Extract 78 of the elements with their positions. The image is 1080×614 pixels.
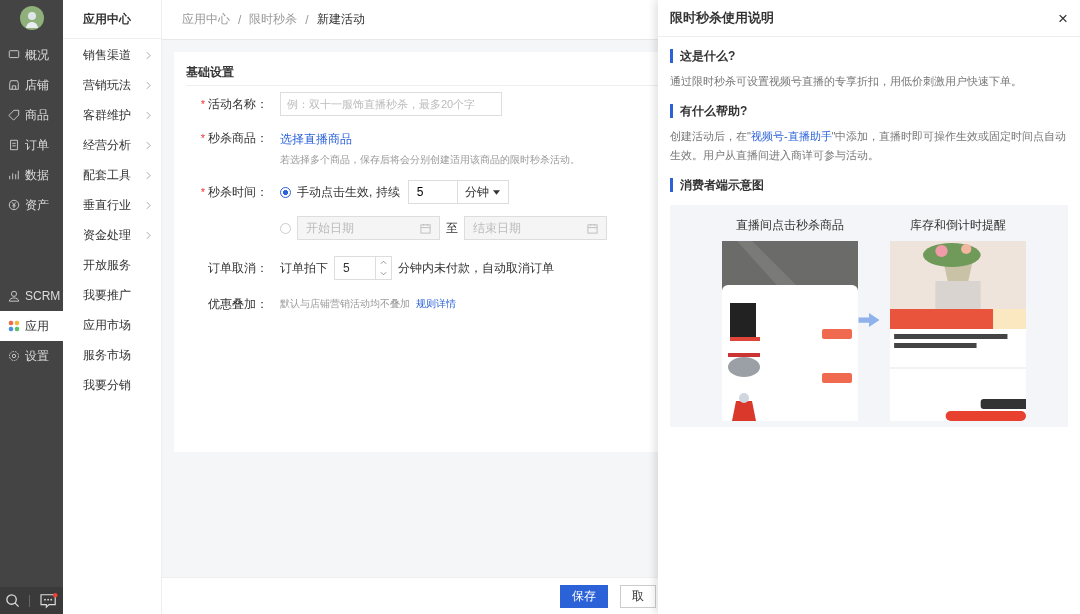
assistant-link[interactable]: 视频号-直播助手 — [750, 130, 832, 142]
nav-icon — [8, 199, 20, 211]
nav-item[interactable]: 应用 — [0, 311, 63, 341]
section-text: 创建活动后，在"视频号-直播助手"中添加，直播时即可操作生效或固定时间点自动生效。用户从直播间进入商详可参与活动。 — [670, 129, 1068, 163]
section-heading: 这是什么? — [670, 49, 1068, 63]
select-goods-link[interactable]: 选择直播商品 — [280, 131, 352, 148]
field-label: 优惠叠加： — [208, 295, 268, 313]
chevron-right-icon — [146, 170, 151, 180]
nav-icon — [8, 49, 20, 61]
submenu-item[interactable]: 开放服务 — [63, 250, 161, 280]
footer-button[interactable]: 取 — [620, 584, 656, 608]
submenu-item[interactable]: 服务市场 — [63, 340, 161, 370]
figure-caption: 直播间点击秒杀商品 — [736, 217, 844, 234]
submenu-item[interactable]: 销售渠道 — [63, 40, 161, 70]
chevron-right-icon — [146, 110, 151, 120]
rules-link[interactable]: 规则详情 — [416, 297, 456, 311]
nav-icon — [8, 139, 20, 151]
unit-select[interactable]: 分钟 — [457, 180, 509, 204]
nav-icon — [8, 169, 20, 181]
nav-item[interactable]: 数据 — [0, 160, 63, 190]
nav-item[interactable]: 概况 — [0, 40, 63, 70]
section-heading: 消费者端示意图 — [670, 178, 1068, 192]
drawer-title: 限时秒杀使用说明 — [670, 9, 774, 27]
arrow-icon — [858, 313, 880, 327]
hint-text: 默认与店铺营销活动均不叠加 — [280, 297, 410, 311]
calendar-icon — [587, 222, 598, 234]
submenu-item[interactable]: 经营分析 — [63, 130, 161, 160]
nav-icon — [8, 109, 20, 121]
search-icon[interactable] — [4, 593, 20, 608]
section-heading: 有什么帮助? — [670, 104, 1068, 118]
avatar[interactable] — [19, 6, 44, 30]
nav-item[interactable]: 资产 — [0, 190, 63, 220]
nav-item[interactable]: SCRM — [0, 281, 63, 311]
close-button[interactable]: × — [1058, 9, 1068, 27]
chevron-right-icon — [146, 50, 151, 60]
submenu-item[interactable]: 配套工具 — [63, 160, 161, 190]
submenu-title: 应用中心 — [63, 0, 161, 39]
submenu-item[interactable]: 应用市场 — [63, 310, 161, 340]
field-label: 秒杀商品： — [208, 129, 268, 147]
duration-input[interactable]: 5 — [407, 180, 458, 204]
submenu-item[interactable]: 垂直行业 — [63, 190, 161, 220]
chat-icon[interactable] — [40, 592, 59, 609]
chevron-right-icon — [146, 140, 151, 150]
field-label: 活动名称： — [208, 95, 268, 113]
caret-icon — [493, 189, 501, 195]
nav-item[interactable]: 店铺 — [0, 70, 63, 100]
field-text: 订单拍下 — [280, 259, 328, 277]
chevron-right-icon — [146, 200, 151, 210]
submenu-item[interactable]: 我要推广 — [63, 280, 161, 310]
required-mark: * — [200, 186, 205, 198]
nav-item[interactable]: 设置 — [0, 341, 63, 371]
nav-icon — [8, 290, 20, 302]
nav-item[interactable]: 商品 — [0, 100, 63, 130]
required-mark: * — [200, 98, 205, 110]
field-text: 分钟内未付款，自动取消订单 — [398, 259, 554, 277]
breadcrumb-separator: / — [305, 12, 309, 27]
nav-item[interactable]: 订单 — [0, 130, 63, 160]
nav-icon — [8, 79, 20, 91]
calendar-icon — [420, 222, 431, 234]
chevron-right-icon — [146, 80, 151, 90]
chevron-right-icon — [146, 230, 151, 240]
required-mark: * — [200, 132, 205, 144]
field-label: 订单取消： — [208, 259, 268, 277]
figure-caption: 库存和倒计时提醒 — [910, 217, 1006, 234]
option-label: 手动点击生效, 持续 — [297, 183, 400, 201]
radio-button[interactable] — [280, 186, 291, 198]
breadcrumb-separator: / — [238, 12, 242, 27]
nav-icon — [8, 350, 20, 362]
submenu-item[interactable]: 营销玩法 — [63, 70, 161, 100]
field-label: 秒杀时间： — [208, 183, 268, 201]
footer-button[interactable]: 保存 — [560, 584, 608, 608]
nav-icon — [8, 320, 20, 332]
submenu-item[interactable]: 我要分销 — [63, 370, 161, 400]
submenu-item[interactable]: 资金处理 — [63, 220, 161, 250]
submenu-item[interactable]: 客群维护 — [63, 100, 161, 130]
hint-text: 若选择多个商品，保存后将会分别创建适用该商品的限时秒杀活动。 — [280, 153, 580, 167]
range-separator: 至 — [446, 219, 458, 237]
breadcrumb-item: 新建活动 — [316, 11, 365, 28]
